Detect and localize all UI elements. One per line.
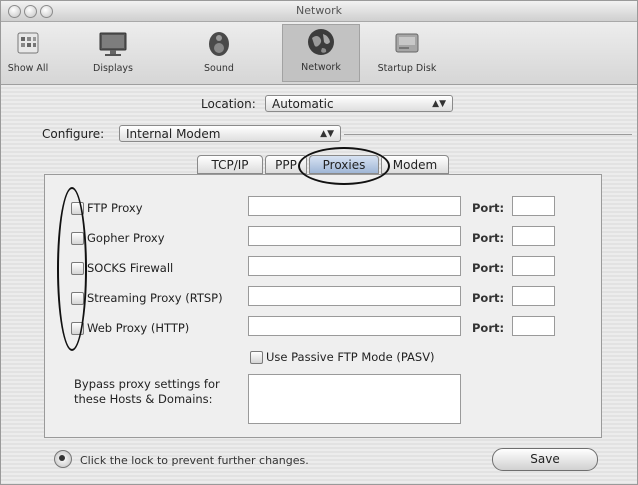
gopher-proxy-server-field[interactable]: [248, 226, 461, 246]
ftp-proxy-label: FTP Proxy: [87, 201, 143, 215]
display-icon: [99, 32, 127, 56]
web-proxy-server-field[interactable]: [248, 316, 461, 336]
port-label: Port:: [472, 291, 505, 305]
toolbar-item-label: Startup Disk: [377, 63, 437, 74]
tab-ppp[interactable]: PPP: [265, 155, 307, 174]
ftp-proxy-server-field[interactable]: [248, 196, 461, 216]
globe-icon: [308, 29, 334, 55]
toolbar-item-label: Sound: [204, 63, 234, 74]
bypass-hosts-textarea[interactable]: [248, 374, 461, 424]
gopher-proxy-port-field[interactable]: [512, 226, 555, 246]
location-popup[interactable]: Automatic ▲▼: [265, 95, 453, 112]
bypass-label-line2: these Hosts & Domains:: [74, 392, 213, 406]
streaming-proxy-checkbox[interactable]: [71, 292, 84, 305]
web-proxy-port-field[interactable]: [512, 316, 555, 336]
lock-message: Click the lock to prevent further change…: [80, 454, 309, 467]
configure-value: Internal Modem: [126, 127, 221, 141]
save-button[interactable]: Save: [492, 448, 598, 471]
socks-firewall-port-field[interactable]: [512, 256, 555, 276]
web-proxy-checkbox[interactable]: [71, 322, 84, 335]
ftp-proxy-port-field[interactable]: [512, 196, 555, 216]
lock-icon[interactable]: [54, 450, 72, 468]
port-label: Port:: [472, 321, 505, 335]
toolbar-item-label: Network: [301, 62, 341, 73]
gopher-proxy-checkbox[interactable]: [71, 232, 84, 245]
port-label: Port:: [472, 231, 505, 245]
hard-disk-icon: [395, 33, 419, 53]
configure-popup[interactable]: Internal Modem ▲▼: [119, 125, 341, 142]
toolbar-item-label: Displays: [93, 63, 133, 74]
socks-firewall-checkbox[interactable]: [71, 262, 84, 275]
configure-label: Configure:: [42, 127, 105, 141]
port-label: Port:: [472, 201, 505, 215]
window-title: Network: [296, 4, 342, 17]
passive-ftp-checkbox[interactable]: [250, 351, 263, 364]
popup-arrows-icon: ▲▼: [432, 99, 446, 109]
socks-firewall-server-field[interactable]: [248, 256, 461, 276]
location-value: Automatic: [272, 97, 334, 111]
configure-separator: [344, 134, 632, 135]
socks-firewall-label: SOCKS Firewall: [87, 261, 174, 275]
location-label: Location:: [201, 97, 256, 111]
passive-ftp-label: Use Passive FTP Mode (PASV): [266, 350, 435, 364]
toolbar-displays[interactable]: Displays: [81, 25, 145, 74]
toolbar-show-all[interactable]: Show All: [3, 25, 53, 74]
gopher-proxy-label: Gopher Proxy: [87, 231, 165, 245]
tab-tcpip[interactable]: TCP/IP: [197, 155, 263, 174]
toolbar-startup-disk[interactable]: Startup Disk: [371, 25, 443, 74]
preferences-toolbar: Show All Displays Sound Network Startup …: [1, 22, 637, 85]
toolbar-sound[interactable]: Sound: [191, 25, 247, 74]
tab-modem[interactable]: Modem: [381, 155, 449, 174]
ftp-proxy-checkbox[interactable]: [71, 202, 84, 215]
show-all-icon: [17, 32, 39, 54]
streaming-proxy-port-field[interactable]: [512, 286, 555, 306]
speaker-icon: [209, 32, 229, 56]
title-bar[interactable]: Network: [1, 1, 637, 22]
toolbar-network[interactable]: Network: [282, 24, 360, 82]
port-label: Port:: [472, 261, 505, 275]
network-preferences-window: Network Show All Displays Sound Network …: [0, 0, 638, 485]
streaming-proxy-label: Streaming Proxy (RTSP): [87, 291, 223, 305]
popup-arrows-icon: ▲▼: [320, 129, 334, 139]
tab-proxies[interactable]: Proxies: [309, 155, 379, 174]
web-proxy-label: Web Proxy (HTTP): [87, 321, 190, 335]
bypass-label-line1: Bypass proxy settings for: [74, 377, 220, 391]
streaming-proxy-server-field[interactable]: [248, 286, 461, 306]
toolbar-item-label: Show All: [7, 63, 49, 74]
